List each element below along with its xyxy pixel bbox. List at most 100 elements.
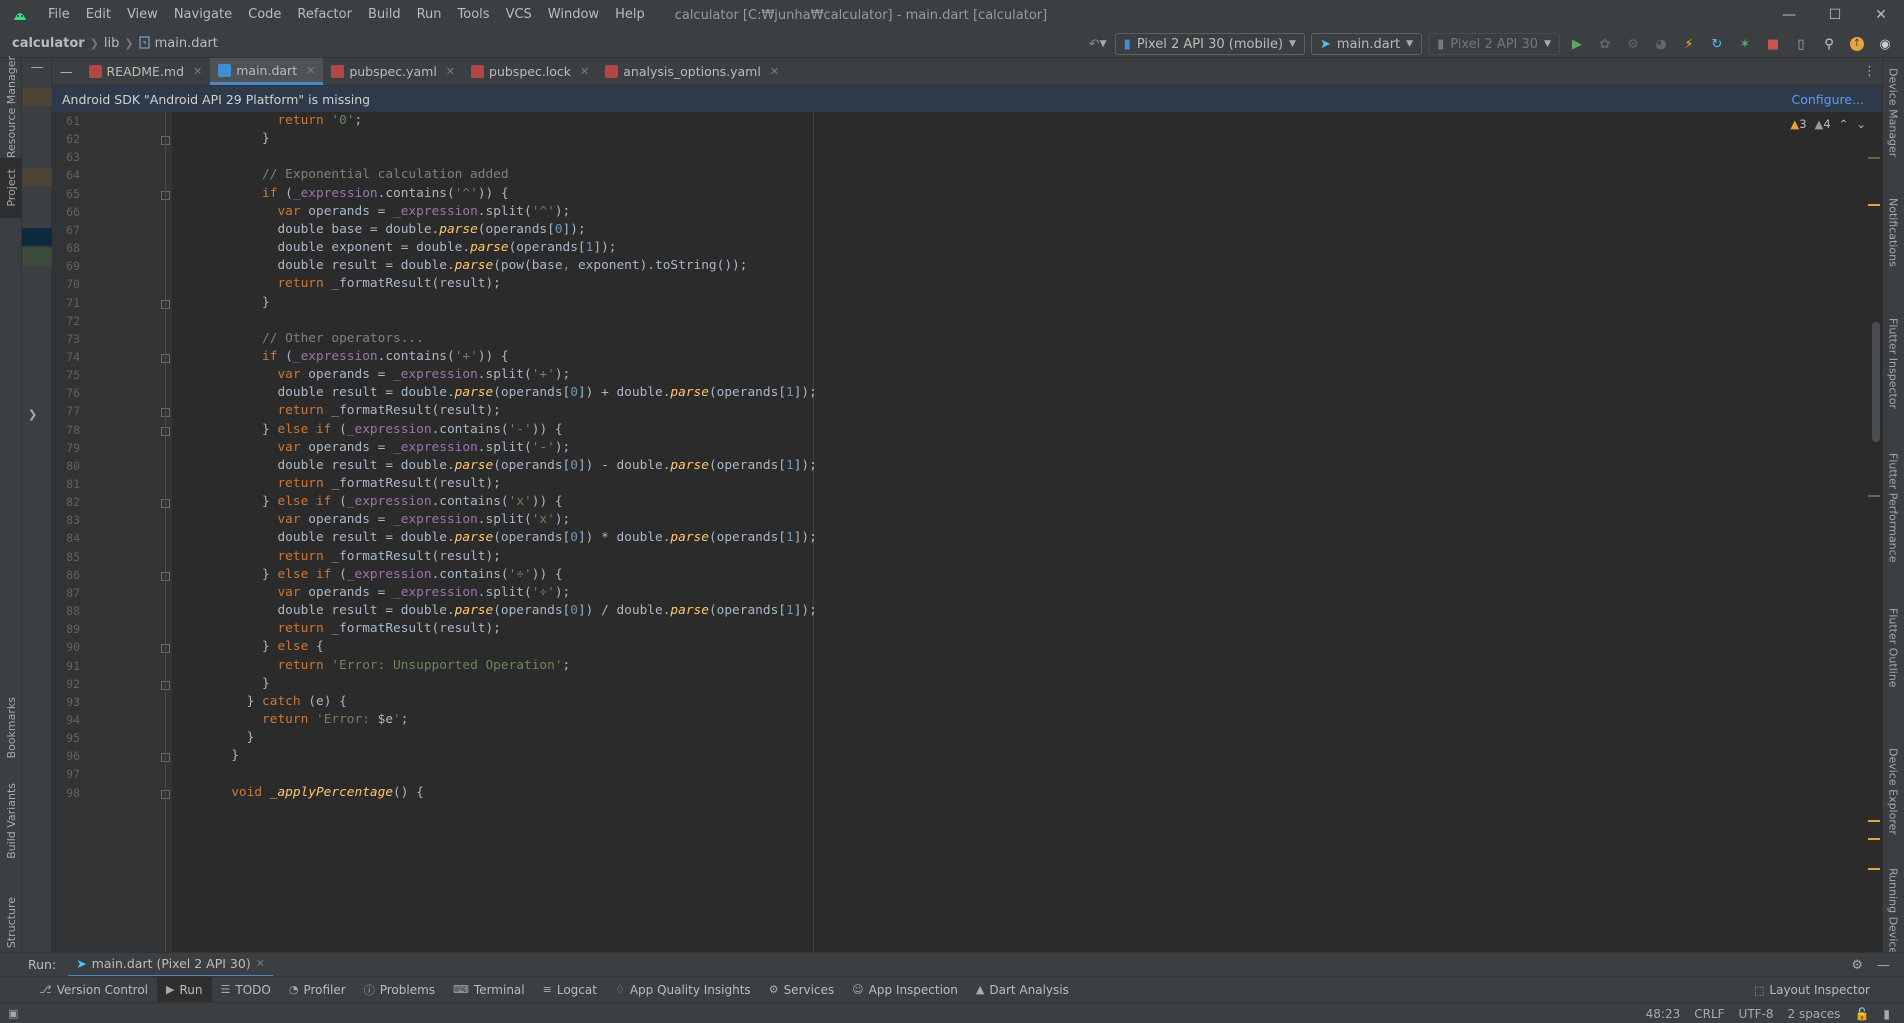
error-stripe-mark[interactable] — [1868, 157, 1880, 159]
breadcrumb-project[interactable]: calculator — [12, 36, 85, 51]
tool-device-explorer[interactable]: Device Explorer — [1882, 748, 1904, 888]
editor-tab[interactable]: main.dart ✕ — [210, 58, 324, 85]
menu-build[interactable]: Build — [360, 0, 409, 30]
hot-restart-icon[interactable]: ↻ — [1706, 33, 1728, 55]
tree-row-selected[interactable] — [22, 228, 52, 246]
tree-row-highlight[interactable] — [22, 248, 52, 266]
tool-run[interactable]: ▶ Run — [157, 976, 212, 1003]
weak-warning-count[interactable]: ▲4 — [1815, 117, 1831, 131]
breadcrumb-file[interactable]: main.dart — [139, 36, 218, 51]
warning-stripe-mark[interactable] — [1868, 838, 1880, 840]
hide-panel-icon[interactable]: — — [22, 60, 52, 78]
error-stripe-mark[interactable] — [1868, 495, 1880, 497]
configure-link[interactable]: Configure... — [1791, 92, 1864, 107]
update-icon[interactable]: ↑ — [1846, 33, 1868, 55]
file-encoding[interactable]: UTF-8 — [1739, 1007, 1774, 1021]
next-highlight-icon[interactable]: ⌄ — [1856, 117, 1866, 131]
tool-device-manager[interactable]: Device Manager — [1882, 68, 1904, 188]
code-editor[interactable]: 61 62 63 64 65 66 67 68 69 70 71 72 73 74 75 76 77 78 79 80… — [52, 112, 1882, 952]
device-manager-icon[interactable]: ▯ — [1790, 33, 1812, 55]
run-tab[interactable]: ➤ main.dart (Pixel 2 API 30) ✕ — [68, 953, 273, 977]
menu-refactor[interactable]: Refactor — [289, 0, 360, 30]
stop-icon[interactable]: ■ — [1762, 33, 1784, 55]
close-tab-icon[interactable]: ✕ — [770, 65, 779, 78]
previous-highlight-icon[interactable]: ⌃ — [1839, 117, 1849, 131]
menu-view[interactable]: View — [119, 0, 166, 30]
editor-tab[interactable]: pubspec.yaml ✕ — [323, 58, 463, 85]
tool-app-inspection[interactable]: ☺ App Inspection — [843, 977, 967, 1003]
menu-vcs[interactable]: VCS — [498, 0, 540, 30]
tool-notifications[interactable]: Notifications — [1882, 198, 1904, 308]
breadcrumb-folder[interactable]: lib — [104, 36, 119, 51]
menu-run[interactable]: Run — [409, 0, 450, 30]
tool-todo[interactable]: ☰ TODO — [212, 977, 280, 1003]
tool-terminal[interactable]: ⌨ Terminal — [444, 977, 534, 1003]
tool-version-control[interactable]: ⎇ Version Control — [30, 977, 157, 1003]
lock-icon[interactable]: 🔓 — [1854, 1007, 1869, 1021]
coverage-icon[interactable]: ⚙ — [1622, 33, 1644, 55]
run-config-selector[interactable]: ➤ main.dart ▼ — [1310, 33, 1423, 55]
minimize-icon[interactable]: — — [1766, 0, 1812, 30]
tool-flutter-outline[interactable]: Flutter Outline — [1882, 608, 1904, 728]
menu-file[interactable]: File — [40, 0, 78, 30]
menu-tools[interactable]: Tools — [450, 0, 498, 30]
warning-count[interactable]: ▲3 — [1790, 117, 1806, 131]
hide-panel-icon[interactable]: — — [1877, 958, 1890, 973]
tool-flutter-inspector[interactable]: Flutter Inspector — [1882, 318, 1904, 448]
hammer-dropdown-icon[interactable]: ↶ ▼ — [1087, 33, 1109, 55]
tool-resource-manager[interactable]: Resource Manager — [0, 56, 22, 158]
profile-icon[interactable]: ◕ — [1650, 33, 1672, 55]
menu-navigate[interactable]: Navigate — [166, 0, 240, 30]
editor-tab[interactable]: README.md ✕ — [81, 58, 211, 85]
debug-icon[interactable]: ✿ — [1594, 33, 1616, 55]
tree-row-highlight[interactable] — [22, 168, 52, 186]
search-icon[interactable]: ⚲ — [1818, 33, 1840, 55]
tool-logcat[interactable]: ≡ Logcat — [534, 977, 606, 1003]
editor-tab[interactable]: pubspec.lock ✕ — [463, 58, 597, 85]
device-selector[interactable]: ▮ Pixel 2 API 30 (mobile) ▼ — [1114, 33, 1305, 55]
caret-position[interactable]: 48:23 — [1646, 1007, 1681, 1021]
tool-services[interactable]: ⚙ Services — [760, 977, 843, 1003]
warning-stripe-mark[interactable] — [1868, 868, 1880, 870]
close-tab-icon[interactable]: ✕ — [446, 65, 455, 78]
account-icon[interactable]: ◉ — [1874, 33, 1896, 55]
close-tab-icon[interactable]: ✕ — [193, 65, 202, 78]
tool-flutter-performance[interactable]: Flutter Performance — [1882, 453, 1904, 603]
tool-project[interactable]: Project — [0, 158, 22, 218]
warning-stripe-mark[interactable] — [1868, 820, 1880, 822]
tool-bookmarks[interactable]: Bookmarks — [0, 688, 22, 768]
collapse-icon[interactable]: — — [52, 58, 81, 85]
menu-code[interactable]: Code — [240, 0, 289, 30]
close-tab-icon[interactable]: ✕ — [306, 64, 315, 77]
editor-tab[interactable]: analysis_options.yaml ✕ — [597, 58, 787, 85]
panel-toggle-icon[interactable]: ▣ — [8, 1007, 18, 1020]
run-icon[interactable]: ▶ — [1566, 33, 1588, 55]
menu-edit[interactable]: Edit — [78, 0, 119, 30]
menu-help[interactable]: Help — [607, 0, 653, 30]
expand-arrow-icon[interactable]: ❯ — [22, 408, 52, 426]
maximize-icon[interactable]: ☐ — [1812, 0, 1858, 30]
tool-build-variants[interactable]: Build Variants — [0, 773, 22, 868]
close-tab-icon[interactable]: ✕ — [580, 65, 589, 78]
tool-profiler[interactable]: ◔ Profiler — [280, 977, 355, 1003]
tool-app-quality-insights[interactable]: ♢ App Quality Insights — [606, 977, 760, 1003]
inspection-widget[interactable]: ▲3 ▲4 ⌃ ⌄ — [1790, 117, 1866, 131]
warning-stripe-mark[interactable] — [1868, 204, 1880, 206]
avd-selector[interactable]: ▮ Pixel 2 API 30 ▼ — [1428, 33, 1560, 55]
event-log-icon[interactable]: ▮ — [1883, 1007, 1890, 1021]
indent-setting[interactable]: 2 spaces — [1788, 1007, 1841, 1021]
menu-window[interactable]: Window — [540, 0, 607, 30]
tool-dart-analysis[interactable]: ▲ Dart Analysis — [967, 977, 1078, 1003]
tool-problems[interactable]: ⓘ Problems — [355, 977, 444, 1003]
close-icon[interactable]: ✕ — [1858, 0, 1904, 30]
tabs-menu-icon[interactable]: ⋮ — [1863, 64, 1876, 79]
attach-debugger-icon[interactable]: ✶ — [1734, 33, 1756, 55]
tool-layout-inspector[interactable]: ⬚ Layout Inspector — [1754, 977, 1870, 1003]
hot-reload-icon[interactable]: ⚡ — [1678, 33, 1700, 55]
project-panel-collapsed[interactable]: — ❯ — [22, 58, 52, 958]
settings-gear-icon[interactable]: ⚙ — [1851, 958, 1863, 973]
tree-row-highlight[interactable] — [22, 88, 52, 106]
tool-structure[interactable]: Structure — [0, 888, 22, 958]
close-tab-icon[interactable]: ✕ — [256, 957, 265, 970]
tool-running-devices[interactable]: Running Devices — [1882, 868, 1904, 960]
